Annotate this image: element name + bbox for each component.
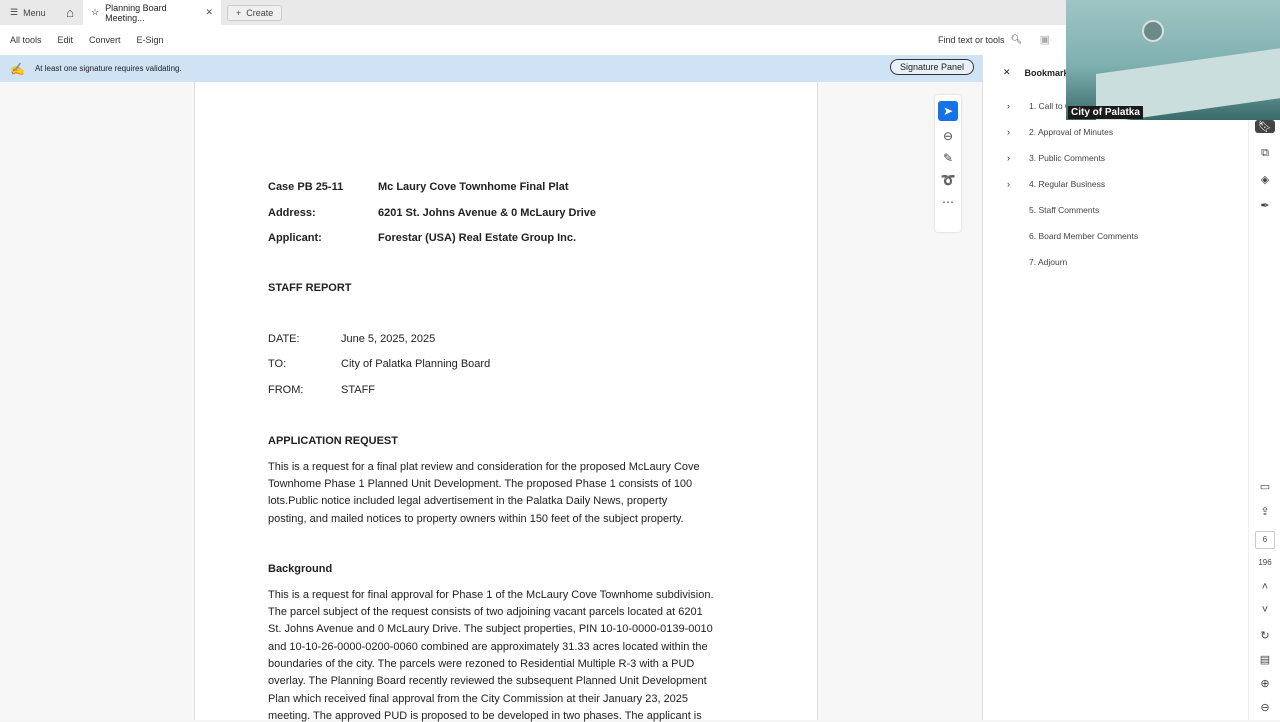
signature-pen-icon[interactable]: ✒: [1249, 199, 1280, 212]
extract-icon[interactable]: ⇪: [1249, 505, 1280, 518]
zoom-icon[interactable]: ⊖: [943, 129, 953, 143]
present-icon[interactable]: ▭: [1249, 480, 1280, 493]
page-up-icon[interactable]: ˄: [1249, 581, 1280, 593]
pen-icon[interactable]: ✎: [943, 151, 953, 165]
right-icon-strip: 🔖︎ ⧉ ◈ ✒ ▭ ⇪ 6 196 ˄ ˅ ↻ ▤ ⊕ ⊖: [1248, 55, 1280, 720]
more-icon[interactable]: ⋯: [942, 195, 954, 209]
page-fit-icon[interactable]: ▤: [1249, 653, 1280, 666]
esign-menu[interactable]: E-Sign: [137, 35, 164, 45]
document-viewer[interactable]: Case PB 25-11 Mc Laury Cove Townhome Fin…: [0, 82, 987, 722]
layers-icon[interactable]: ◈: [1249, 173, 1280, 186]
save-icon[interactable]: ▣: [1040, 33, 1050, 46]
signature-panel-button[interactable]: Signature Panel: [889, 59, 974, 75]
chevron-right-icon[interactable]: ›: [1007, 179, 1029, 189]
convert-menu[interactable]: Convert: [89, 35, 121, 45]
close-tab-icon[interactable]: ✕: [205, 7, 213, 18]
bookmark-item[interactable]: › 3. Public Comments: [1007, 153, 1105, 163]
signature-notice-bar: ✍ At least one signature requires valida…: [0, 55, 982, 82]
rotate-icon[interactable]: ↻: [1249, 629, 1280, 642]
bookmark-item[interactable]: › 4. Regular Business: [1007, 179, 1105, 189]
search-icon: 🔍︎: [1010, 34, 1022, 44]
bookmark-icon[interactable]: 🔖︎: [1255, 120, 1275, 133]
city-seal: [1142, 20, 1164, 42]
select-cursor-icon[interactable]: ➤: [938, 101, 958, 121]
bookmark-item[interactable]: 5. Staff Comments: [1007, 205, 1099, 215]
lasso-icon[interactable]: ➰: [941, 173, 956, 187]
star-icon[interactable]: ☆: [91, 7, 99, 18]
close-panel-icon[interactable]: ✕: [1003, 67, 1011, 78]
menu-button[interactable]: ☰ Menu: [0, 7, 55, 18]
chevron-right-icon[interactable]: ›: [1007, 101, 1029, 111]
create-button[interactable]: + Create: [227, 4, 283, 21]
pages-icon[interactable]: ⧉: [1249, 147, 1280, 160]
video-overlay: City of Palatka: [1066, 0, 1280, 120]
zoom-out-icon[interactable]: ⊖: [1249, 701, 1280, 714]
find-tools-button[interactable]: Find text or tools 🔍︎: [938, 34, 1022, 45]
edit-menu[interactable]: Edit: [58, 35, 74, 45]
zoom-in-icon[interactable]: ⊕: [1249, 677, 1280, 690]
home-icon[interactable]: ⌂: [59, 5, 81, 20]
tab-document[interactable]: ☆ Planning Board Meeting... ✕: [83, 0, 221, 25]
page-total: 196: [1258, 558, 1272, 567]
toolbar: All tools Edit Convert E-Sign Find text …: [0, 25, 1066, 55]
bookmarks-panel: ✕ Bookmarks › 1. Call to Order › 2. Approva…: [982, 55, 1248, 720]
page-number-input[interactable]: 6: [1255, 531, 1275, 549]
chevron-right-icon[interactable]: ›: [1007, 153, 1029, 163]
page-down-icon[interactable]: ˅: [1249, 604, 1280, 616]
bookmark-item[interactable]: 7. Adjourn: [1007, 257, 1067, 267]
signature-icon: ✍: [10, 61, 25, 76]
bookmark-item[interactable]: 6. Board Member Comments: [1007, 231, 1138, 241]
chevron-right-icon[interactable]: ›: [1007, 127, 1029, 137]
document-page: Case PB 25-11 Mc Laury Cove Townhome Fin…: [194, 82, 818, 722]
hamburger-icon: ☰: [10, 7, 19, 17]
plus-icon: +: [236, 7, 242, 18]
quick-tools: ➤ ⊖ ✎ ➰ ⋯: [935, 95, 961, 232]
all-tools-menu[interactable]: All tools: [10, 35, 42, 45]
bookmark-item[interactable]: › 2. Approval of Minutes: [1007, 127, 1113, 137]
video-caption: City of Palatka: [1068, 106, 1143, 119]
